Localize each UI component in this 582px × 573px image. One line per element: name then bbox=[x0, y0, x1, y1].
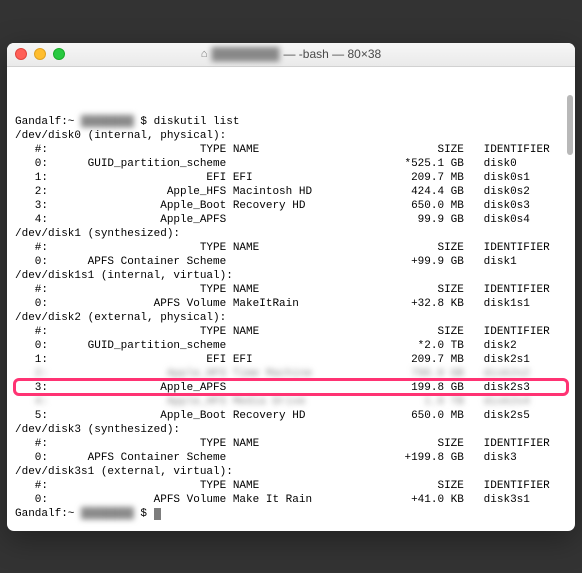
table-row: 0: APFS Container Scheme +99.9 GB disk1 bbox=[15, 255, 567, 269]
zoom-icon[interactable] bbox=[53, 48, 65, 60]
disk-header: /dev/disk1 (synthesized): bbox=[15, 227, 567, 241]
table-row: 0: APFS Volume MakeItRain +32.8 KB disk1… bbox=[15, 297, 567, 311]
disk-header: /dev/disk0 (internal, physical): bbox=[15, 129, 567, 143]
column-header: #: TYPE NAME SIZE IDENTIFIER bbox=[15, 143, 567, 157]
terminal-output[interactable]: Gandalf:~ ████████ $ diskutil list/dev/d… bbox=[7, 67, 575, 531]
window-controls bbox=[15, 48, 65, 60]
table-row: 3: Apple_Boot Recovery HD 650.0 MB disk0… bbox=[15, 199, 567, 213]
table-row: 3: Apple_APFS 199.8 GB disk2s3 bbox=[15, 381, 567, 395]
table-row: 0: APFS Container Scheme +199.8 GB disk3 bbox=[15, 451, 567, 465]
terminal-window: ⌂ ████████ — -bash — 80×38 Gandalf:~ ███… bbox=[7, 43, 575, 531]
table-row: 2: Apple_HFS Time Machine 796.0 GB disk2… bbox=[15, 367, 567, 381]
cursor bbox=[154, 508, 161, 520]
table-row: 1: EFI EFI 209.7 MB disk2s1 bbox=[15, 353, 567, 367]
table-row: 0: GUID_partition_scheme *525.1 GB disk0 bbox=[15, 157, 567, 171]
table-row: 2: Apple_HFS Macintosh HD 424.4 GB disk0… bbox=[15, 185, 567, 199]
close-icon[interactable] bbox=[15, 48, 27, 60]
title-user-masked: ████████ bbox=[211, 47, 279, 61]
disk-header: /dev/disk1s1 (internal, virtual): bbox=[15, 269, 567, 283]
table-row: 5: Apple_Boot Recovery HD 650.0 MB disk2… bbox=[15, 409, 567, 423]
column-header: #: TYPE NAME SIZE IDENTIFIER bbox=[15, 479, 567, 493]
column-header: #: TYPE NAME SIZE IDENTIFIER bbox=[15, 283, 567, 297]
table-row: 4: Apple_HFS Media Drive 1.0 TB disk2s4 bbox=[15, 395, 567, 409]
table-row: 0: GUID_partition_scheme *2.0 TB disk2 bbox=[15, 339, 567, 353]
prompt-line: Gandalf:~ ████████ $ diskutil list bbox=[15, 115, 567, 129]
window-title: ⌂ ████████ — -bash — 80×38 bbox=[7, 47, 575, 61]
table-row: 4: Apple_APFS 99.9 GB disk0s4 bbox=[15, 213, 567, 227]
column-header: #: TYPE NAME SIZE IDENTIFIER bbox=[15, 241, 567, 255]
column-header: #: TYPE NAME SIZE IDENTIFIER bbox=[15, 325, 567, 339]
home-icon: ⌂ bbox=[201, 48, 208, 60]
disk-header: /dev/disk3s1 (external, virtual): bbox=[15, 465, 567, 479]
scrollbar-thumb[interactable] bbox=[567, 95, 573, 155]
column-header: #: TYPE NAME SIZE IDENTIFIER bbox=[15, 437, 567, 451]
prompt-line[interactable]: Gandalf:~ ████████ $ bbox=[15, 507, 567, 521]
minimize-icon[interactable] bbox=[34, 48, 46, 60]
disk-header: /dev/disk2 (external, physical): bbox=[15, 311, 567, 325]
table-row: 0: APFS Volume Make It Rain +41.0 KB dis… bbox=[15, 493, 567, 507]
disk-header: /dev/disk3 (synthesized): bbox=[15, 423, 567, 437]
titlebar[interactable]: ⌂ ████████ — -bash — 80×38 bbox=[7, 43, 575, 67]
table-row: 1: EFI EFI 209.7 MB disk0s1 bbox=[15, 171, 567, 185]
title-suffix: — -bash — 80×38 bbox=[283, 47, 381, 61]
